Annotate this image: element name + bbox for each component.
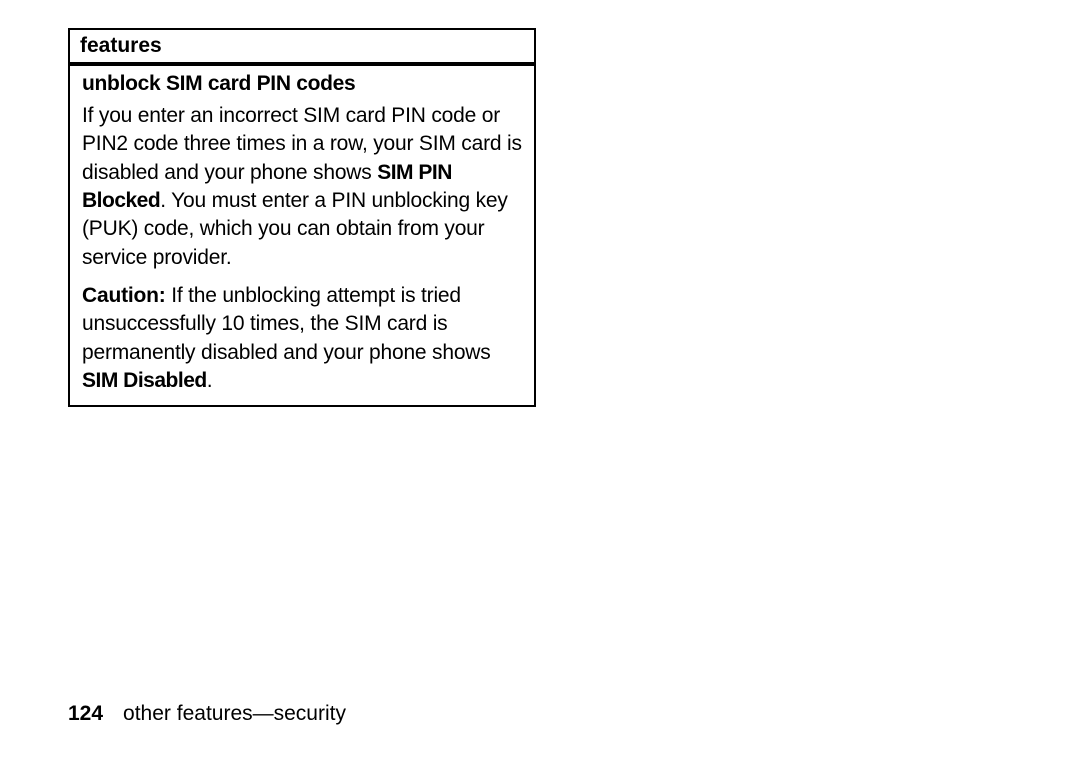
- caution-label: Caution:: [82, 284, 166, 307]
- para1-text-a: If you enter an incorrect SIM card PIN c…: [82, 104, 522, 184]
- footer-section: other features—security: [123, 702, 346, 725]
- page-footer: 124 other features—security: [68, 702, 346, 726]
- para2-text-b: .: [207, 369, 213, 392]
- paragraph-1: If you enter an incorrect SIM card PIN c…: [82, 102, 522, 272]
- features-box: features unblock SIM card PIN codes If y…: [68, 28, 536, 407]
- sim-disabled-label: SIM Disabled: [82, 369, 207, 392]
- section-title: unblock SIM card PIN codes: [82, 72, 522, 96]
- manual-page: features unblock SIM card PIN codes If y…: [0, 0, 1080, 407]
- box-header: features: [70, 30, 534, 66]
- page-number: 124: [68, 702, 103, 725]
- box-body: unblock SIM card PIN codes If you enter …: [70, 66, 534, 405]
- paragraph-2: Caution: If the unblocking attempt is tr…: [82, 282, 522, 395]
